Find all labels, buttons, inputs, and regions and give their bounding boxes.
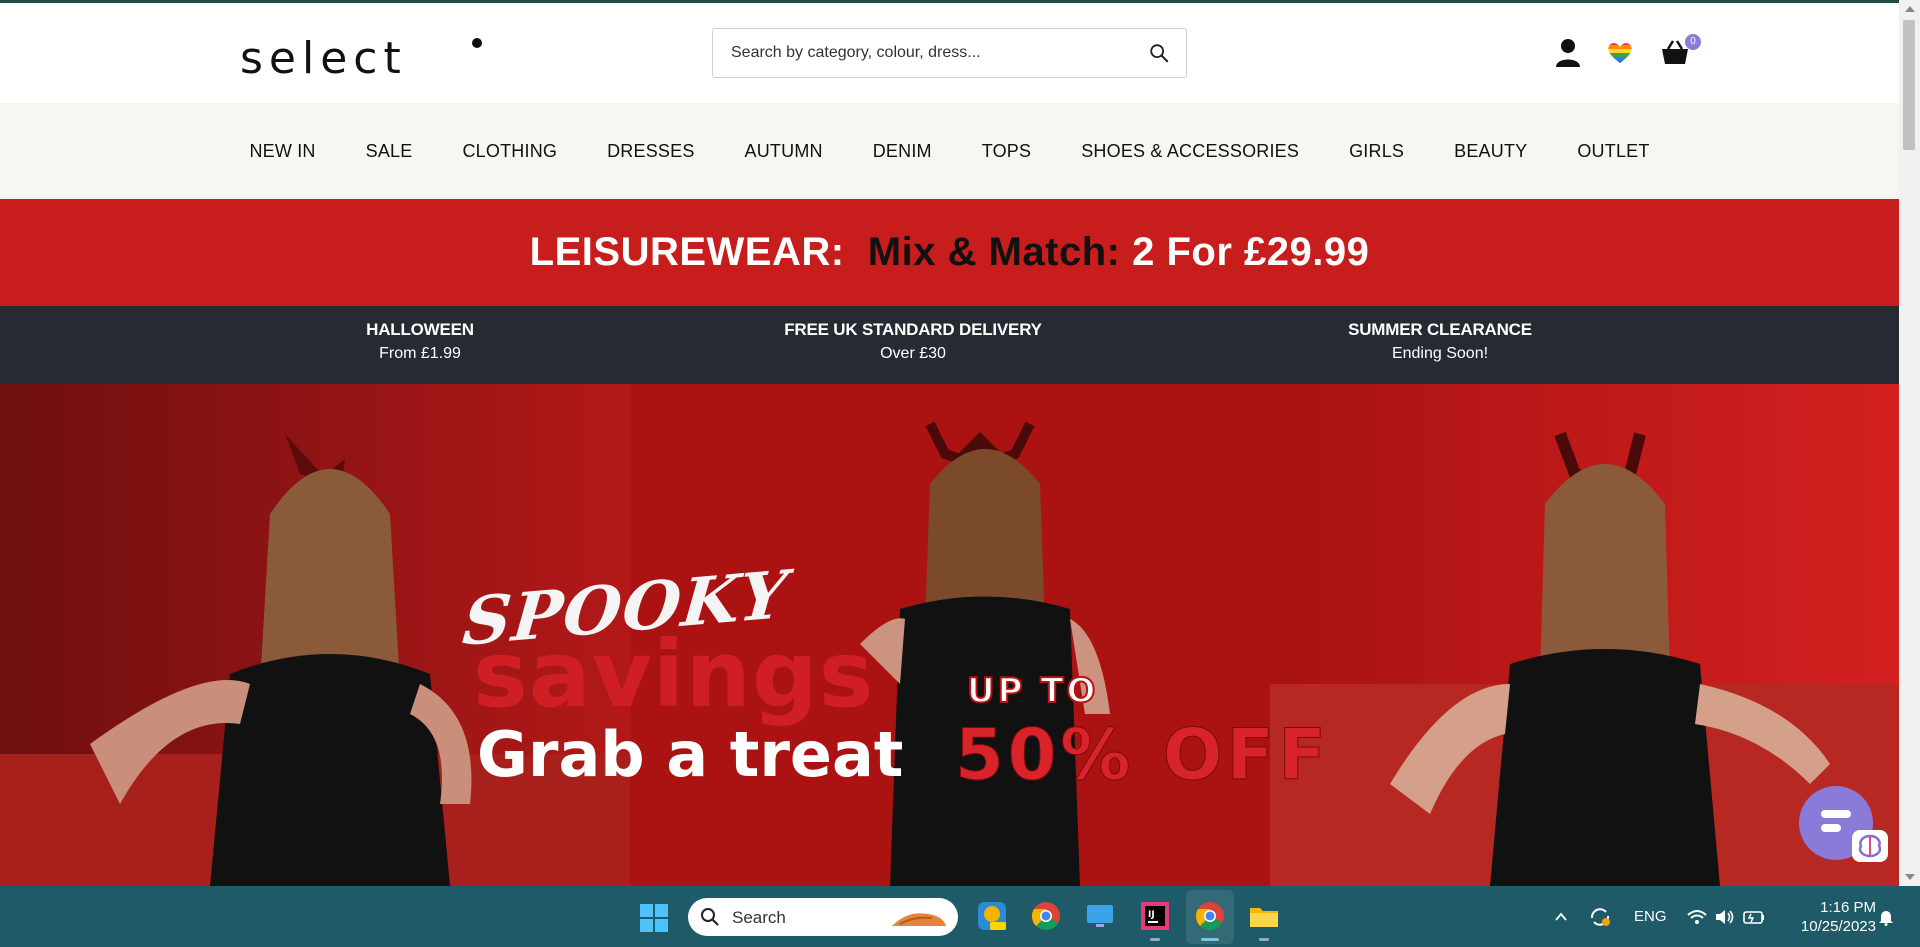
nav-item-outlet[interactable]: OUTLET bbox=[1552, 141, 1674, 162]
info-subtitle: From £1.99 bbox=[379, 345, 461, 362]
copilot-app-icon[interactable] bbox=[976, 900, 1008, 932]
search-highlight-icon bbox=[892, 913, 946, 926]
select-logo[interactable]: select bbox=[240, 33, 485, 84]
svg-text:IJ: IJ bbox=[1148, 910, 1155, 920]
sync-icon[interactable] bbox=[1588, 906, 1612, 928]
taskbar-running-indicator bbox=[1150, 938, 1160, 941]
taskbar-active-indicator bbox=[1201, 938, 1219, 941]
info-title: HALLOWEEN bbox=[366, 320, 474, 339]
windows-taskbar: Search IJ ENG 1:16 PM 10/25/2023 bbox=[0, 886, 1920, 947]
notification-bell-icon[interactable] bbox=[1878, 908, 1894, 926]
hero-discount: 50% OFF bbox=[954, 714, 1331, 796]
info-subtitle: Over £30 bbox=[880, 345, 946, 362]
system-clock[interactable]: 1:16 PM 10/25/2023 bbox=[1770, 898, 1876, 936]
info-subtitle: Ending Soon! bbox=[1391, 345, 1489, 362]
account-icon[interactable] bbox=[1555, 38, 1581, 68]
scroll-up-arrow[interactable] bbox=[1905, 6, 1915, 12]
scroll-down-arrow[interactable] bbox=[1905, 874, 1915, 880]
info-delivery[interactable]: FREE UK STANDARD DELIVERY Over £30 bbox=[763, 320, 1063, 363]
windows-start-icon[interactable] bbox=[640, 904, 668, 932]
hero-headline-grab-a-treat: Grab a treat bbox=[477, 718, 904, 791]
nav-item-tops[interactable]: TOPS bbox=[957, 141, 1056, 162]
nav-item-clothing[interactable]: CLOTHING bbox=[437, 141, 582, 162]
site-header: select 0 bbox=[0, 3, 1899, 103]
hero-headline-savings: savings bbox=[473, 621, 875, 728]
svg-text:select: select bbox=[240, 33, 407, 81]
scroll-thumb[interactable] bbox=[1903, 20, 1915, 150]
chevron-up-icon[interactable] bbox=[1554, 910, 1568, 924]
nav-item-autumn[interactable]: AUTUMN bbox=[720, 141, 848, 162]
nav-item-new-in[interactable]: NEW IN bbox=[224, 141, 340, 162]
language-indicator[interactable]: ENG bbox=[1634, 908, 1667, 925]
nav-item-shoes-accessories[interactable]: SHOES & ACCESSORIES bbox=[1056, 141, 1324, 162]
promo-price: 2 For £29.99 bbox=[1132, 230, 1370, 274]
wishlist-heart-icon[interactable] bbox=[1607, 38, 1633, 68]
magnifier-icon bbox=[701, 908, 719, 926]
info-summer-clearance[interactable]: SUMMER CLEARANCE Ending Soon! bbox=[1320, 320, 1560, 363]
taskbar-search-label: Search bbox=[732, 908, 786, 927]
info-title: FREE UK STANDARD DELIVERY bbox=[784, 320, 1042, 339]
info-bar: HALLOWEEN From £1.99 FREE UK STANDARD DE… bbox=[0, 306, 1899, 384]
main-navigation: NEW IN SALE CLOTHING DRESSES AUTUMN DENI… bbox=[0, 103, 1899, 199]
chrome-icon[interactable] bbox=[1030, 900, 1062, 932]
chrome-active-icon[interactable] bbox=[1194, 900, 1226, 932]
info-title: SUMMER CLEARANCE bbox=[1348, 320, 1532, 339]
promo-banner[interactable]: LEISUREWEAR: Mix & Match: 2 For £29.99 bbox=[0, 199, 1899, 306]
nav-item-sale[interactable]: SALE bbox=[341, 141, 438, 162]
clock-time: 1:16 PM bbox=[1820, 899, 1876, 916]
jetbrains-ide-icon[interactable]: IJ bbox=[1139, 900, 1171, 932]
desktop-app-icon[interactable] bbox=[1084, 900, 1116, 932]
nav-item-girls[interactable]: GIRLS bbox=[1324, 141, 1429, 162]
search-box[interactable] bbox=[712, 28, 1187, 78]
taskbar-running-indicator bbox=[1259, 938, 1269, 941]
info-halloween[interactable]: HALLOWEEN From £1.99 bbox=[320, 320, 520, 363]
clock-date: 10/25/2023 bbox=[1800, 918, 1876, 935]
file-explorer-icon[interactable] bbox=[1248, 900, 1280, 932]
search-input[interactable] bbox=[731, 29, 1131, 77]
volume-icon[interactable] bbox=[1714, 907, 1736, 927]
wifi-icon[interactable] bbox=[1686, 907, 1708, 927]
hero-banner[interactable]: SPOOKY savings Grab a treat UP TO 50% OF… bbox=[0, 384, 1899, 886]
nav-item-beauty[interactable]: BEAUTY bbox=[1429, 141, 1552, 162]
promo-offer: Mix & Match: bbox=[867, 230, 1121, 274]
logo-wordmark: select bbox=[240, 33, 482, 84]
hero-up-to: UP TO bbox=[966, 671, 1099, 711]
promo-label: LEISUREWEAR: bbox=[529, 230, 845, 274]
battery-icon[interactable] bbox=[1742, 907, 1766, 927]
taskbar-search[interactable]: Search bbox=[688, 898, 958, 936]
nav-item-denim[interactable]: DENIM bbox=[848, 141, 957, 162]
search-icon[interactable] bbox=[1148, 42, 1170, 64]
page-scrollbar[interactable] bbox=[1899, 0, 1920, 886]
cart-count-badge: 0 bbox=[1685, 34, 1701, 50]
nav-item-dresses[interactable]: DRESSES bbox=[582, 141, 719, 162]
ai-assistant-icon[interactable] bbox=[1852, 830, 1888, 862]
cart-button[interactable]: 0 bbox=[1659, 34, 1701, 68]
